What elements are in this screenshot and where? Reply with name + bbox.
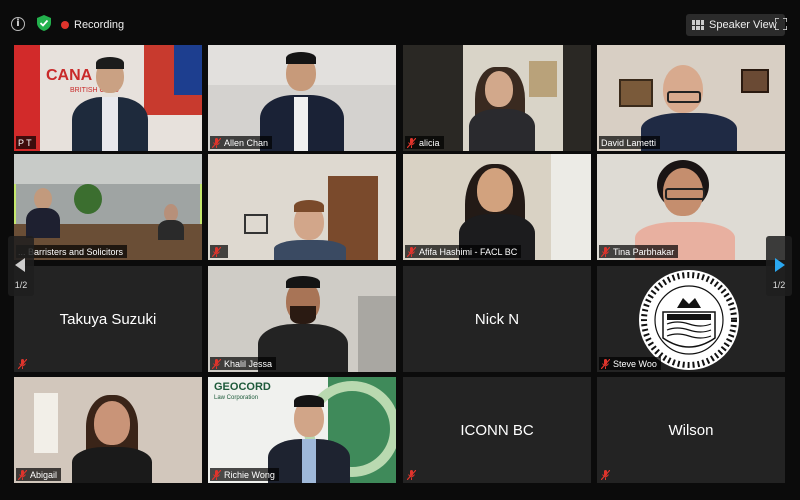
video-tile[interactable]: CANA BRITISH COLU P T (14, 45, 202, 151)
mic-muted-icon (601, 358, 610, 369)
participant-name: P T (18, 137, 32, 148)
participant-display-name: ICONN BC (460, 421, 534, 439)
participant-name: alicia (419, 137, 440, 148)
shield-icon[interactable] (37, 15, 51, 31)
video-tile[interactable]: Abigail (14, 377, 202, 483)
company-logo-subtext: Law Corporation (214, 395, 259, 401)
participant-name: Tina Parbhakar (613, 246, 675, 257)
participant-name-label (16, 357, 31, 370)
recording-label: Recording (74, 19, 125, 31)
top-toolbar: i Recording Speaker View (0, 0, 800, 46)
participant-display-name: Nick N (474, 310, 520, 328)
video-tile-no-video[interactable]: ICONN BC (403, 377, 591, 483)
video-tile[interactable]: Afifa Hashimi - FACL BC (403, 154, 591, 260)
participant-name-label: Richie Wong (210, 468, 279, 481)
recording-dot-icon (61, 21, 69, 29)
participant-name-label: David Lametti (599, 136, 661, 149)
video-tile-active-speaker[interactable]: ... Barristers and Solicitors (14, 154, 202, 260)
fullscreen-icon[interactable] (775, 18, 787, 30)
participant-name-label: Tina Parbhakar (599, 245, 679, 258)
participant-display-name: Wilson (668, 421, 714, 439)
mic-muted-icon (212, 469, 221, 480)
recording-indicator[interactable]: Recording (61, 19, 124, 31)
participant-name-label: Allen Chan (210, 136, 273, 149)
video-tile[interactable]: GEOCORD Law Corporation Richie Wong (208, 377, 396, 483)
participant-name-label: P T (16, 136, 36, 149)
video-tile[interactable]: Tina Parbhakar (597, 154, 785, 260)
mic-muted-icon (18, 469, 27, 480)
participant-name-label (210, 245, 228, 258)
info-icon[interactable]: i (11, 17, 25, 31)
mic-muted-icon (212, 137, 221, 148)
video-tile-no-video[interactable]: Nick N (403, 266, 591, 372)
video-tile[interactable]: Khalil Jessa (208, 266, 396, 372)
participant-name: David Lametti (601, 137, 657, 148)
participant-display-name: Takuya Suzuki (59, 310, 157, 328)
video-tile-no-video[interactable]: Takuya Suzuki (14, 266, 202, 372)
mic-muted-icon (407, 469, 416, 480)
participant-name-label: Afifa Hashimi - FACL BC (405, 245, 522, 258)
previous-page-button[interactable]: 1/2 (8, 236, 34, 296)
next-page-button[interactable]: 1/2 (766, 236, 792, 296)
participant-name-label: Khalil Jessa (210, 357, 277, 370)
participant-name: Afifa Hashimi - FACL BC (419, 246, 518, 257)
video-tile[interactable]: Allen Chan (208, 45, 396, 151)
video-tile[interactable] (208, 154, 396, 260)
participant-name: Richie Wong (224, 469, 275, 480)
mic-muted-icon (212, 358, 221, 369)
chevron-right-icon (775, 258, 785, 272)
mic-muted-icon (212, 246, 221, 257)
participant-name: Khalil Jessa (224, 358, 273, 369)
grid-icon (692, 20, 704, 30)
speaker-view-label: Speaker View (709, 19, 777, 31)
video-tile[interactable]: alicia (403, 45, 591, 151)
mic-muted-icon (407, 246, 416, 257)
mic-muted-icon (407, 137, 416, 148)
video-tile-no-video[interactable]: Wilson (597, 377, 785, 483)
participant-name: Steve Woo (613, 358, 657, 369)
participant-name-label (405, 468, 420, 481)
video-tile[interactable]: David Lametti (597, 45, 785, 151)
participant-name-label: Steve Woo (599, 357, 661, 370)
chevron-left-icon (15, 258, 25, 272)
mic-muted-icon (601, 469, 610, 480)
participant-name-label: alicia (405, 136, 444, 149)
page-indicator: 1/2 (772, 280, 786, 290)
speaker-view-button[interactable]: Speaker View (686, 14, 785, 36)
participant-name: Allen Chan (224, 137, 269, 148)
participant-name-label (599, 468, 614, 481)
mic-muted-icon (601, 246, 610, 257)
participant-name: Abigail (30, 469, 58, 480)
mic-muted-icon (18, 358, 27, 369)
participant-name-label: Abigail (16, 468, 62, 481)
video-tile[interactable]: Steve Woo (597, 266, 785, 372)
company-logo-text: GEOCORD (214, 381, 271, 393)
page-indicator: 1/2 (14, 280, 28, 290)
